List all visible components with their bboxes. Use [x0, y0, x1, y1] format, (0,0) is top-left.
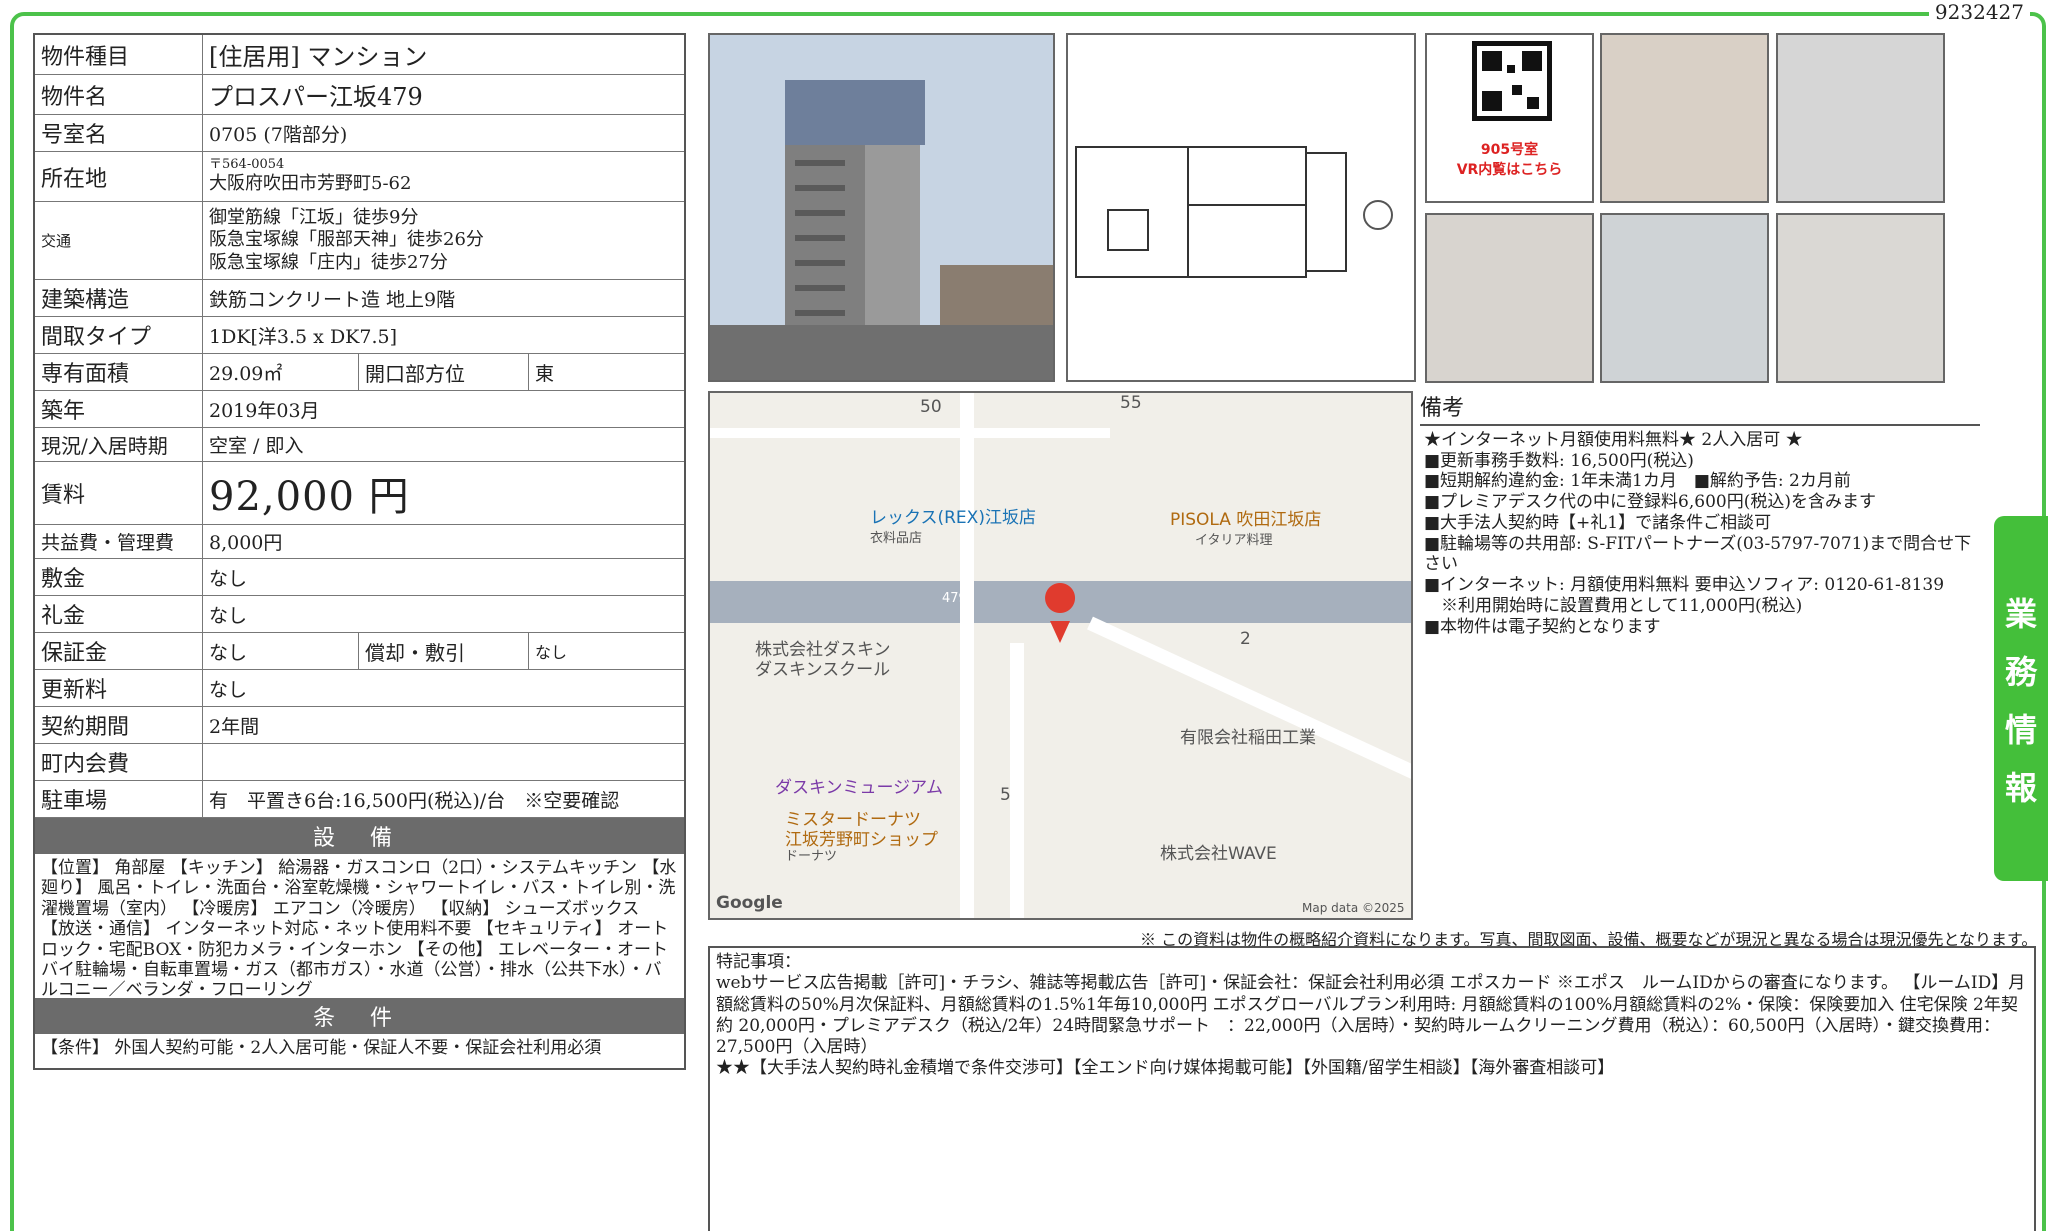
map-label: PISOLA 吹田江坂店 — [1170, 510, 1322, 530]
status-value: 空室 / 即入 — [209, 435, 304, 457]
name-value: プロスパー江坂479 — [209, 83, 423, 111]
address-label: 所在地 — [35, 152, 203, 201]
address-value: 大阪府吹田市芳野町5-62 — [209, 173, 412, 195]
rent-label: 賃料 — [35, 462, 203, 524]
map-label: 2 — [1240, 629, 1251, 649]
renewal-value: なし — [209, 678, 248, 701]
guarantee-value: なし — [203, 633, 359, 669]
map-label: レックス(REX)江坂店 — [870, 508, 1036, 528]
qr-code[interactable]: 905号室 VR内覧はこちら — [1425, 33, 1594, 203]
layout-label: 間取タイプ — [35, 317, 203, 353]
equipment-heading: 設 備 — [35, 818, 684, 854]
area-label: 専有面積 — [35, 354, 203, 390]
map-label: 55 — [1120, 393, 1142, 413]
structure-value: 鉄筋コンクリート造 地上9階 — [209, 288, 456, 311]
room-value: 0705 (7階部分) — [209, 123, 348, 146]
entrance-photo — [1776, 213, 1945, 383]
name-label: 物件名 — [35, 75, 203, 114]
built-value: 2019年03月 — [209, 399, 320, 422]
vr-room: 905号室 — [1480, 142, 1539, 158]
amortization-value: なし — [535, 643, 568, 662]
note-line: ■大手法人契約時【+礼1】で諸条件ご相談可 — [1424, 512, 1772, 533]
fee-value: 8,000円 — [209, 532, 283, 554]
tab-char: 務 — [2004, 652, 2037, 691]
note-line: ■短期解約違約金: 1年未満1カ月 ■解約予告: 2カ月前 — [1424, 471, 1851, 492]
tab-char: 報 — [2004, 768, 2037, 807]
parking-value: 有 平置き6台:16,500円(税込)/台 ※空要確認 — [209, 789, 620, 812]
business-info-tab[interactable]: 業 務 情 報 — [1994, 516, 2048, 881]
deposit-label: 敷金 — [35, 559, 203, 595]
map-label: ダスキンスクール — [755, 660, 891, 680]
map-attribution: Map data ©2025 — [1302, 901, 1405, 915]
equipment-text: 【位置】 角部屋 【キッチン】 給湯器・ガスコンロ（2口）・システムキッチン 【… — [41, 858, 677, 1001]
building-photo — [708, 33, 1055, 382]
note-line: ■駐輪場等の共用部: S-FITパートナーズ(03-5797-7071)まで問合… — [1424, 533, 1972, 575]
parking-label: 駐車場 — [35, 781, 203, 817]
term-value: 2年間 — [209, 715, 260, 738]
map-label: 5 — [1000, 785, 1011, 805]
area-value: 29.09㎡ — [203, 354, 359, 390]
floor-plan — [1066, 33, 1416, 382]
term-label: 契約期間 — [35, 707, 203, 743]
map-label: ドーナツ — [785, 849, 838, 864]
map-label: 有限会社稲田工業 — [1180, 728, 1316, 748]
location-map[interactable]: 50 55 レックス(REX)江坂店 衣料品店 PISOLA 吹田江坂店 イタリ… — [708, 391, 1413, 920]
remarks-text: webサービス広告掲載［許可]・チラシ、雑誌等掲載広告［許可]・保証会社：保証会… — [716, 973, 2026, 1057]
spec-table: 物件種目 [住居用] マンション 物件名 プロスパー江坂479 号室名 0705 (7… — [33, 33, 686, 1070]
amortization-label: 償却・敷引 — [359, 633, 529, 669]
tab-char: 業 — [2004, 594, 2037, 633]
map-label: 50 — [920, 397, 942, 417]
address-zip: 〒564-0054 — [209, 157, 285, 173]
type-value: [住居用] マンション — [209, 43, 428, 71]
guarantee-label: 保証金 — [35, 633, 203, 669]
facing-label: 開口部方位 — [359, 354, 529, 390]
map-label: 株式会社WAVE — [1160, 844, 1277, 864]
access-label: 交通 — [35, 202, 203, 279]
note-line: ※利用開始時に設置費用として11,000円(税込) — [1424, 595, 1803, 616]
facing-value: 東 — [535, 362, 555, 385]
note-line: ■更新事務手数料: 16,500円(税込) — [1424, 450, 1694, 471]
layout-value: 1DK[洋3.5 x DK7.5] — [209, 325, 397, 348]
map-label: ダスキンミュージアム — [775, 778, 943, 798]
bedroom-photo — [1600, 33, 1769, 203]
deposit-value: なし — [209, 567, 248, 590]
built-label: 築年 — [35, 391, 203, 427]
google-logo: Google — [716, 893, 783, 913]
conditions-text: 【条件】 外国人契約可能・2人入居可能・保証人不要・保証会社利用必須 — [41, 1038, 602, 1058]
renewal-label: 更新料 — [35, 670, 203, 706]
association-label: 町内会費 — [35, 744, 203, 780]
conditions-heading: 条 件 — [35, 998, 684, 1034]
note-line: ■プレミアデスク代の中に登録料6,600円(税込)を含みます — [1424, 492, 1876, 513]
key-money-label: 礼金 — [35, 596, 203, 632]
association-value — [203, 744, 684, 780]
note-line: ■本物件は電子契約となります — [1424, 616, 1661, 637]
access-line: 阪急宝塚線「服部天神」徒歩26分 — [209, 229, 484, 251]
structure-label: 建築構造 — [35, 280, 203, 316]
vr-caption: VR内覧はこちら — [1456, 162, 1563, 178]
map-label: 衣料品店 — [870, 531, 923, 546]
status-label: 現況/入居時期 — [35, 428, 203, 461]
bathroom-photo — [1600, 213, 1769, 383]
kitchen-photo — [1776, 33, 1945, 203]
key-money-value: なし — [209, 604, 248, 627]
remarks-text-2: ★★【大手法人契約時礼金積増で条件交渉可】【全エンド向け媒体掲載可能】【外国籍/… — [716, 1058, 1615, 1079]
tab-char: 情 — [2004, 710, 2037, 749]
map-label: 479 — [942, 591, 967, 606]
remarks-title: 特記事項： — [716, 952, 801, 972]
notes-panel: 備考 ★インターネット月額使用料無料★ 2人入居可 ★ ■更新事務手数料: 16… — [1420, 390, 1980, 641]
access-line: 御堂筋線「江坂」徒歩9分 — [209, 206, 419, 228]
fee-label: 共益費・管理費 — [35, 525, 203, 558]
room-label: 号室名 — [35, 115, 203, 151]
map-label: イタリア料理 — [1195, 533, 1273, 548]
washbasin-photo — [1425, 213, 1594, 383]
note-line: ■インターネット: 月額使用料無料 要申込ソフィア: 0120-61-8139 — [1424, 575, 1945, 596]
document-id: 9232427 — [1928, 0, 2030, 24]
note-line: ★インターネット月額使用料無料★ 2人入居可 ★ — [1424, 430, 1803, 450]
access-line: 阪急宝塚線「庄内」徒歩27分 — [209, 251, 448, 273]
notes-title: 備考 — [1420, 390, 1980, 426]
rent-value: 92,000 円 — [209, 474, 410, 520]
type-label: 物件種目 — [35, 35, 203, 74]
remarks-box: 特記事項： webサービス広告掲載［許可]・チラシ、雑誌等掲載広告［許可]・保証… — [708, 946, 2036, 1231]
